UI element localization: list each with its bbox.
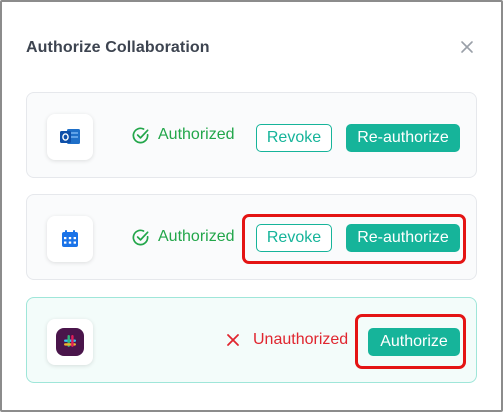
dialog-title: Authorize Collaboration (26, 39, 210, 56)
status-label: Authorized (158, 126, 235, 143)
outlook-icon (47, 114, 93, 160)
window-frame: Authorize Collaboration Authorized Revok… (0, 0, 503, 412)
status-unauthorized: Unauthorized (225, 298, 348, 382)
revoke-button[interactable]: Revoke (256, 224, 332, 252)
status-label: Unauthorized (253, 331, 349, 348)
reauthorize-button[interactable]: Re-authorize (346, 124, 460, 152)
calendar-icon (47, 216, 93, 262)
x-icon (227, 334, 239, 346)
check-circle-icon (132, 127, 149, 143)
status-label: Authorized (158, 228, 235, 245)
reauthorize-button[interactable]: Re-authorize (346, 224, 460, 252)
revoke-button[interactable]: Revoke (256, 124, 332, 152)
authorize-dialog: Authorize Collaboration Authorized Revok… (4, 4, 503, 412)
integration-card-outlook: Authorized Revoke Re-authorize (26, 92, 477, 178)
slack-icon (47, 319, 93, 365)
status-authorized: Authorized (131, 93, 235, 177)
integration-card-calendar: Authorized Revoke Re-authorize (26, 194, 477, 280)
close-icon[interactable] (458, 38, 476, 56)
integration-card-slack: Unauthorized Authorize (26, 297, 477, 383)
status-authorized: Authorized (131, 195, 235, 279)
check-circle-icon (132, 229, 149, 245)
authorize-button[interactable]: Authorize (368, 328, 460, 356)
